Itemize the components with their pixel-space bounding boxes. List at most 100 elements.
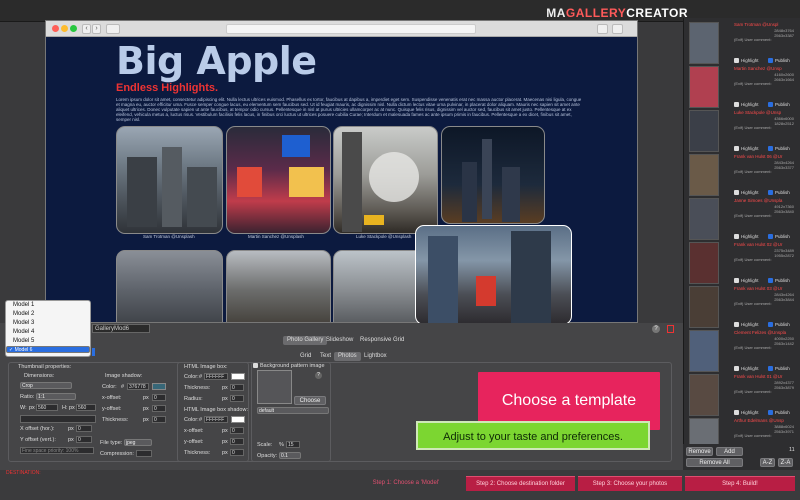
publish-checkbox[interactable]: Publish [768, 146, 790, 152]
photo-thumbnail[interactable] [689, 374, 719, 416]
remove-button[interactable]: Remove [686, 447, 713, 456]
back-icon[interactable]: ‹ [82, 24, 91, 34]
photo-thumbnail[interactable] [689, 198, 719, 240]
sidebar-photo-item[interactable]: Janne Simoes @Unspla 4912x7360 2563x3840 (E… [684, 196, 800, 240]
opacity-select[interactable]: 0.1 [279, 452, 301, 459]
publish-checkbox[interactable]: Publish [768, 234, 790, 240]
subtab-grid[interactable]: Grid [296, 352, 315, 361]
highlight-checkbox[interactable]: Highlight [734, 146, 759, 152]
remove-all-button[interactable]: Remove All [686, 458, 743, 467]
build-button[interactable]: Step 4: Build! [685, 476, 795, 491]
gallery-photo[interactable] [333, 126, 438, 234]
choose-pattern-button[interactable]: Choose [294, 396, 326, 405]
box-radius-field[interactable]: 0 [230, 395, 244, 402]
sidebar-photo-item[interactable]: Sam Trotman @Unspl 2848x3764 2563x3387 (Exi… [684, 20, 800, 64]
publish-checkbox[interactable]: Publish [768, 410, 790, 416]
gallery-photo[interactable] [226, 126, 331, 234]
highlight-checkbox[interactable]: Highlight [734, 58, 759, 64]
step-2-button[interactable]: Step 2: Choose destination folder [466, 476, 575, 491]
y-offset-field[interactable]: 0 [76, 436, 92, 443]
publish-checkbox[interactable]: Publish [768, 58, 790, 64]
zoom-window-icon[interactable] [70, 25, 77, 32]
scale-field[interactable]: 15 [286, 441, 300, 448]
box-shadow-y-field[interactable]: 0 [230, 438, 244, 445]
pattern-select[interactable]: default [257, 407, 329, 414]
model-dropdown-list[interactable]: Model 1 Model 2 Model 3 Model 4 Model 5 … [5, 300, 91, 357]
step-1-button[interactable]: Step 1: Choose a 'Model' [350, 476, 462, 491]
alignment-grid[interactable] [20, 415, 96, 423]
highlight-checkbox[interactable]: Highlight [734, 410, 759, 416]
highlight-checkbox[interactable]: Highlight [734, 322, 759, 328]
model-item[interactable]: Model 4 [6, 328, 90, 337]
gallery-photo[interactable] [116, 126, 223, 234]
gallery-photo[interactable] [116, 250, 223, 322]
subtab-lightbox[interactable]: Lightbox [360, 352, 391, 361]
box-color-swatch[interactable] [231, 373, 245, 380]
sidebar-photo-item[interactable]: Luke Stackpole @Unsp 4366x6000 1828x2512 (E… [684, 108, 800, 152]
step-3-button[interactable]: Step 3: Choose your photos [578, 476, 682, 491]
crop-select[interactable]: Crop [20, 382, 72, 389]
sidebar-photo-item[interactable]: Martin Sanchez @Unsp 4160x2600 2663x1664 (E… [684, 64, 800, 108]
file-type-select[interactable]: jpeg [124, 439, 152, 446]
minimize-window-icon[interactable] [61, 25, 68, 32]
sort-za-button[interactable]: Z-A [778, 458, 793, 467]
box-shadow-color-field[interactable]: FFFFFF [204, 416, 228, 423]
help-icon[interactable]: ? [652, 325, 660, 333]
model-item[interactable]: Model 3 [6, 319, 90, 328]
shadow-y-field[interactable]: 0 [152, 405, 166, 412]
box-shadow-color-swatch[interactable] [231, 416, 245, 423]
publish-checkbox[interactable]: Publish [768, 322, 790, 328]
height-field[interactable]: 560 [76, 404, 96, 411]
box-color-field[interactable]: FFFFFF [204, 373, 228, 380]
tab-responsive-grid[interactable]: Responsive Grid [356, 336, 408, 345]
publish-checkbox[interactable]: Publish [768, 190, 790, 196]
photo-thumbnail[interactable] [689, 110, 719, 152]
photo-thumbnail[interactable] [689, 286, 719, 328]
add-button[interactable]: Add [716, 447, 743, 456]
box-thickness-field[interactable]: 0 [230, 384, 244, 391]
photo-thumbnail[interactable] [689, 154, 719, 196]
sidebar-photo-item[interactable]: Frank van Hulst 02 @Ur 2375x3489 1955x2872… [684, 240, 800, 284]
model-item[interactable]: Model 2 [6, 310, 90, 319]
share-icon[interactable] [597, 24, 608, 34]
shadow-color-field[interactable]: 376778 [127, 383, 149, 390]
sidebar-photo-item[interactable]: Frank van Hulst 03 @Ur 2843x4264 2563x3844… [684, 284, 800, 328]
shadow-thickness-field[interactable]: 0 [152, 416, 166, 423]
highlight-checkbox[interactable]: Highlight [734, 278, 759, 284]
box-shadow-thickness-field[interactable]: 0 [230, 449, 244, 456]
x-offset-field[interactable]: 0 [76, 425, 92, 432]
url-bar[interactable] [226, 24, 476, 34]
sidebar-toggle-icon[interactable] [106, 24, 120, 34]
highlight-checkbox[interactable]: Highlight [734, 190, 759, 196]
help-icon[interactable]: ? [315, 372, 322, 379]
publish-checkbox[interactable]: Publish [768, 102, 790, 108]
model-item[interactable]: Model 5 [6, 337, 90, 346]
photo-thumbnail[interactable] [689, 22, 719, 64]
photo-thumbnail[interactable] [689, 242, 719, 284]
close-window-icon[interactable] [52, 25, 59, 32]
highlight-checkbox[interactable]: Highlight [734, 102, 759, 108]
background-pattern-checkbox[interactable] [253, 363, 258, 368]
model-item[interactable]: Model 1 [6, 301, 90, 310]
sort-az-button[interactable]: A-Z [760, 458, 775, 467]
ratio-select[interactable]: 1:1 [36, 393, 76, 400]
gallery-photo[interactable] [441, 126, 545, 224]
compression-field[interactable] [136, 450, 152, 457]
box-shadow-x-field[interactable]: 0 [230, 427, 244, 434]
highlight-checkbox[interactable]: Highlight [734, 234, 759, 240]
tab-photo-gallery[interactable]: Photo Gallery [283, 336, 328, 345]
subtab-text[interactable]: Text [316, 352, 335, 361]
subtab-photos[interactable]: Photos [334, 352, 361, 361]
highlight-checkbox[interactable]: Highlight [734, 366, 759, 372]
photo-thumbnail[interactable] [689, 330, 719, 372]
publish-checkbox[interactable]: Publish [768, 366, 790, 372]
model-name-field[interactable]: GalleryMod6 [92, 324, 150, 333]
hovered-photo[interactable] [415, 225, 572, 325]
fine-space-slider[interactable]: Fine space priority: 100% [20, 447, 94, 454]
sidebar-photo-item[interactable]: Frank van Hulst 01 @Ur 2892x4377 2563x3879… [684, 372, 800, 416]
tabs-icon[interactable] [612, 24, 623, 34]
publish-checkbox[interactable]: Publish [768, 278, 790, 284]
width-field[interactable]: 560 [36, 404, 58, 411]
shadow-color-swatch[interactable] [152, 383, 166, 390]
photo-thumbnail[interactable] [689, 66, 719, 108]
